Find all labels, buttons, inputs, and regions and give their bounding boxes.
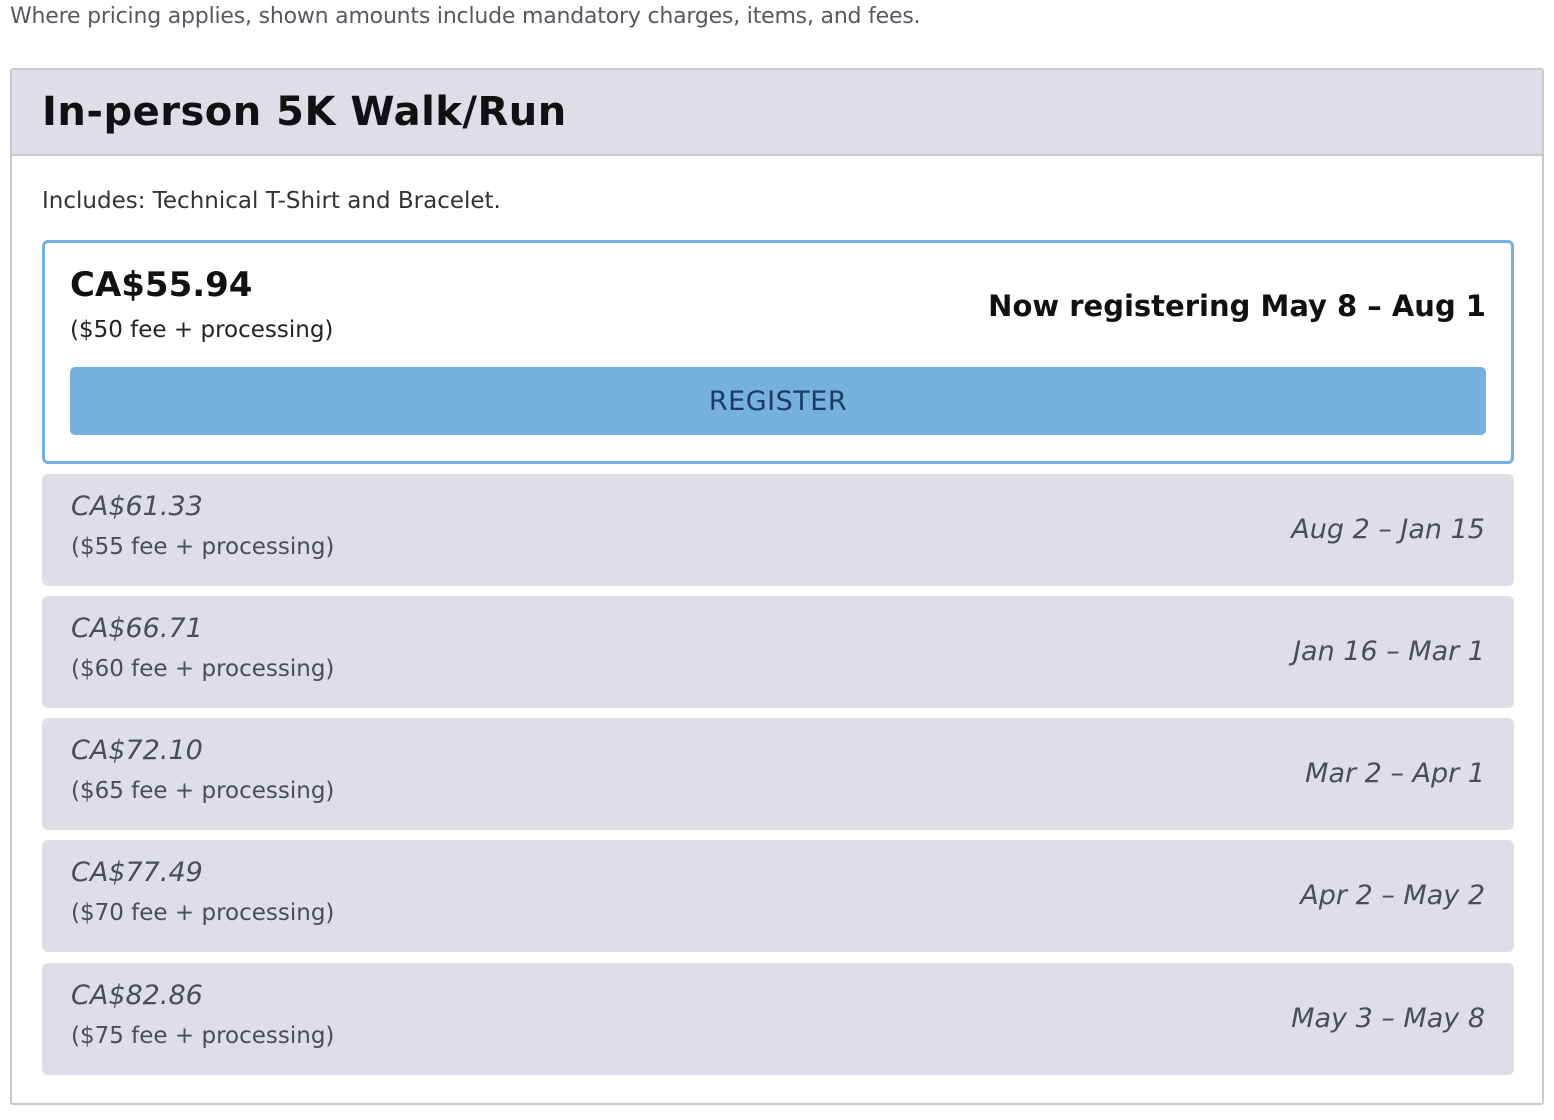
tier-fee: ($70 fee + processing) (71, 900, 335, 926)
tier-price: CA$61.33 (71, 491, 203, 522)
active-price-tier: CA$55.94 ($50 fee + processing) Now regi… (42, 240, 1514, 464)
tier-dates: Apr 2 – May 2 (1300, 880, 1485, 911)
register-button[interactable]: REGISTER (70, 367, 1486, 435)
tier-price: CA$77.49 (71, 857, 203, 888)
tier-fee: ($55 fee + processing) (71, 534, 335, 560)
tier-price: CA$72.10 (71, 735, 203, 766)
event-card-header: In-person 5K Walk/Run (12, 70, 1542, 156)
event-card: In-person 5K Walk/Run Includes: Technica… (10, 68, 1544, 1105)
tier-dates: May 3 – May 8 (1291, 1003, 1485, 1034)
tier-fee: ($75 fee + processing) (71, 1023, 335, 1049)
price-tier: CA$66.71 ($60 fee + processing) Jan 16 –… (42, 596, 1514, 708)
event-includes: Includes: Technical T-Shirt and Bracelet… (42, 188, 501, 214)
active-tier-fee: ($50 fee + processing) (70, 317, 334, 343)
tier-price: CA$66.71 (71, 613, 203, 644)
tier-dates: Aug 2 – Jan 15 (1291, 514, 1485, 545)
tier-fee: ($60 fee + processing) (71, 656, 335, 682)
tier-fee: ($65 fee + processing) (71, 778, 335, 804)
pricing-disclaimer: Where pricing applies, shown amounts inc… (10, 4, 921, 29)
tier-dates: Jan 16 – Mar 1 (1293, 636, 1485, 667)
price-tier: CA$77.49 ($70 fee + processing) Apr 2 – … (42, 840, 1514, 952)
active-tier-price: CA$55.94 (70, 265, 253, 305)
price-tier: CA$61.33 ($55 fee + processing) Aug 2 – … (42, 474, 1514, 586)
price-tier: CA$72.10 ($65 fee + processing) Mar 2 – … (42, 718, 1514, 830)
price-tier: CA$82.86 ($75 fee + processing) May 3 – … (42, 963, 1514, 1075)
tier-dates: Mar 2 – Apr 1 (1305, 758, 1485, 789)
event-title: In-person 5K Walk/Run (42, 89, 567, 135)
tier-price: CA$82.86 (71, 980, 203, 1011)
active-tier-dates: Now registering May 8 – Aug 1 (988, 289, 1486, 323)
